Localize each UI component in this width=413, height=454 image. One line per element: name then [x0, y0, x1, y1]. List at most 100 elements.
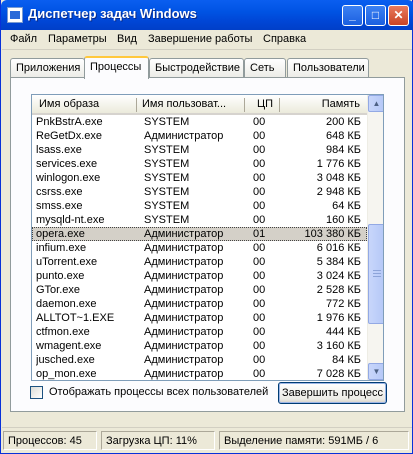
process-memory: 772 КБ — [325, 298, 361, 310]
vertical-scrollbar[interactable]: ▲ ▼ — [367, 95, 383, 380]
close-button[interactable]: ✕ — [388, 5, 409, 26]
process-cpu: 00 — [253, 298, 266, 310]
process-memory: 1 776 КБ — [316, 158, 361, 170]
arrow-down-icon: ▼ — [372, 367, 381, 376]
table-row[interactable]: uTorrent.exe Администратор 00 5 384 КБ — [32, 255, 367, 269]
process-name: daemon.exe — [36, 298, 97, 310]
table-row[interactable]: daemon.exe Администратор 00 772 КБ — [32, 297, 367, 311]
process-name: mysqld-nt.exe — [36, 214, 105, 226]
table-row[interactable]: punto.exe Администратор 00 3 024 КБ — [32, 269, 367, 283]
table-row[interactable]: winlogon.exe SYSTEM 00 3 048 КБ — [32, 171, 367, 185]
process-name: punto.exe — [36, 270, 85, 282]
maximize-button[interactable]: □ — [365, 5, 386, 26]
process-name: uTorrent.exe — [36, 256, 98, 268]
minimize-button[interactable]: _ — [342, 5, 363, 26]
status-memory-commit: Выделение памяти: 591МБ / 6 — [219, 431, 409, 450]
process-cpu: 00 — [253, 158, 266, 170]
process-name: wmagent.exe — [36, 340, 102, 352]
process-name: jusched.exe — [36, 354, 95, 366]
process-memory: 3 024 КБ — [316, 270, 361, 282]
menu-file[interactable]: Файл — [10, 33, 37, 45]
column-memory[interactable]: Память — [302, 98, 360, 110]
process-user: Администратор — [144, 340, 224, 352]
menu-options[interactable]: Параметры — [48, 33, 107, 45]
table-row[interactable]: op_mon.exe Администратор 00 7 028 КБ — [32, 367, 367, 380]
process-rows: PnkBstrA.exe SYSTEM 00 200 КБ ReGetDx.exe Адм… — [32, 115, 367, 380]
process-cpu: 00 — [253, 116, 266, 128]
scroll-up-button[interactable]: ▲ — [368, 95, 383, 112]
column-header: Имя образа Имя пользоват... ЦП Память — [32, 95, 367, 115]
process-cpu: 00 — [253, 242, 266, 254]
status-bar: Процессов: 45 Загрузка ЦП: 11% Выделение… — [2, 427, 412, 452]
table-row[interactable]: ReGetDx.exe Администратор 00 648 КБ — [32, 129, 367, 143]
table-row[interactable]: services.exe SYSTEM 00 1 776 КБ — [32, 157, 367, 171]
process-cpu: 00 — [253, 312, 266, 324]
table-row[interactable]: PnkBstrA.exe SYSTEM 00 200 КБ — [32, 115, 367, 129]
table-row[interactable]: wmagent.exe Администратор 00 3 160 КБ — [32, 339, 367, 353]
process-user: SYSTEM — [144, 144, 190, 156]
process-user: Администратор — [144, 298, 224, 310]
process-name: infium.exe — [36, 242, 87, 254]
table-row[interactable]: opera.exe Администратор 01 103 380 КБ — [32, 227, 367, 241]
table-row[interactable]: lsass.exe SYSTEM 00 984 КБ — [32, 143, 367, 157]
column-divider[interactable] — [244, 98, 245, 112]
task-manager-window: Диспетчер задач Windows _ □ ✕ Файл Парам… — [0, 0, 413, 454]
process-user: Администратор — [144, 242, 224, 254]
menu-help[interactable]: Справка — [263, 33, 306, 45]
scroll-down-button[interactable]: ▼ — [368, 363, 383, 380]
process-user: SYSTEM — [144, 186, 190, 198]
process-name: ReGetDx.exe — [36, 130, 103, 142]
process-name: csrss.exe — [36, 186, 83, 198]
process-memory: 6 016 КБ — [316, 242, 361, 254]
process-memory: 7 028 КБ — [316, 368, 361, 380]
end-process-button[interactable]: Завершить процесс — [278, 382, 387, 404]
process-name: ALLTOT~1.EXE — [36, 312, 115, 324]
table-row[interactable]: ctfmon.exe Администратор 00 444 КБ — [32, 325, 367, 339]
column-user-name[interactable]: Имя пользоват... — [142, 98, 242, 110]
task-manager-icon — [7, 7, 23, 23]
column-cpu[interactable]: ЦП — [257, 98, 279, 110]
grip-line — [373, 270, 381, 271]
show-all-users-label[interactable]: Отображать процессы всех пользователей — [49, 386, 268, 398]
process-user: Администратор — [144, 354, 224, 366]
show-all-users-checkbox[interactable] — [30, 386, 43, 399]
column-image-name[interactable]: Имя образа — [39, 98, 134, 110]
process-cpu: 00 — [253, 326, 266, 338]
tab-users[interactable]: Пользователи — [287, 58, 369, 78]
table-row[interactable]: ALLTOT~1.EXE Администратор 00 1 976 КБ — [32, 311, 367, 325]
table-row[interactable]: csrss.exe SYSTEM 00 2 948 КБ — [32, 185, 367, 199]
process-cpu: 00 — [253, 284, 266, 296]
process-name: PnkBstrA.exe — [36, 116, 103, 128]
process-cpu: 00 — [253, 214, 266, 226]
process-name: op_mon.exe — [36, 368, 97, 380]
table-row[interactable]: infium.exe Администратор 00 6 016 КБ — [32, 241, 367, 255]
tab-processes[interactable]: Процессы — [84, 56, 149, 79]
tab-applications[interactable]: Приложения — [10, 58, 85, 78]
table-row[interactable]: mysqld-nt.exe SYSTEM 00 160 КБ — [32, 213, 367, 227]
process-name: GTor.exe — [36, 284, 81, 296]
tab-performance[interactable]: Быстродействие — [149, 58, 244, 78]
process-cpu: 00 — [253, 200, 266, 212]
process-user: Администратор — [144, 326, 224, 338]
process-name: services.exe — [36, 158, 98, 170]
process-memory: 2 528 КБ — [316, 284, 361, 296]
close-icon: ✕ — [393, 8, 404, 22]
column-divider[interactable] — [279, 98, 280, 112]
process-memory: 64 КБ — [332, 200, 361, 212]
scroll-thumb[interactable] — [368, 224, 383, 324]
title-bar[interactable]: Диспетчер задач Windows _ □ ✕ — [1, 0, 413, 30]
process-cpu: 00 — [253, 354, 266, 366]
table-row[interactable]: GTor.exe Администратор 00 2 528 КБ — [32, 283, 367, 297]
table-row[interactable]: smss.exe SYSTEM 00 64 КБ — [32, 199, 367, 213]
process-list[interactable]: Имя образа Имя пользоват... ЦП Память Pn… — [31, 94, 384, 381]
column-divider[interactable] — [136, 98, 137, 112]
process-memory: 1 976 КБ — [316, 312, 361, 324]
process-name: smss.exe — [36, 200, 83, 212]
menu-shutdown[interactable]: Завершение работы — [148, 33, 252, 45]
menu-view[interactable]: Вид — [117, 33, 137, 45]
arrow-up-icon: ▲ — [372, 99, 381, 108]
table-row[interactable]: jusched.exe Администратор 00 84 КБ — [32, 353, 367, 367]
process-cpu: 00 — [253, 186, 266, 198]
tab-network[interactable]: Сеть — [244, 58, 286, 78]
process-name: lsass.exe — [36, 144, 82, 156]
